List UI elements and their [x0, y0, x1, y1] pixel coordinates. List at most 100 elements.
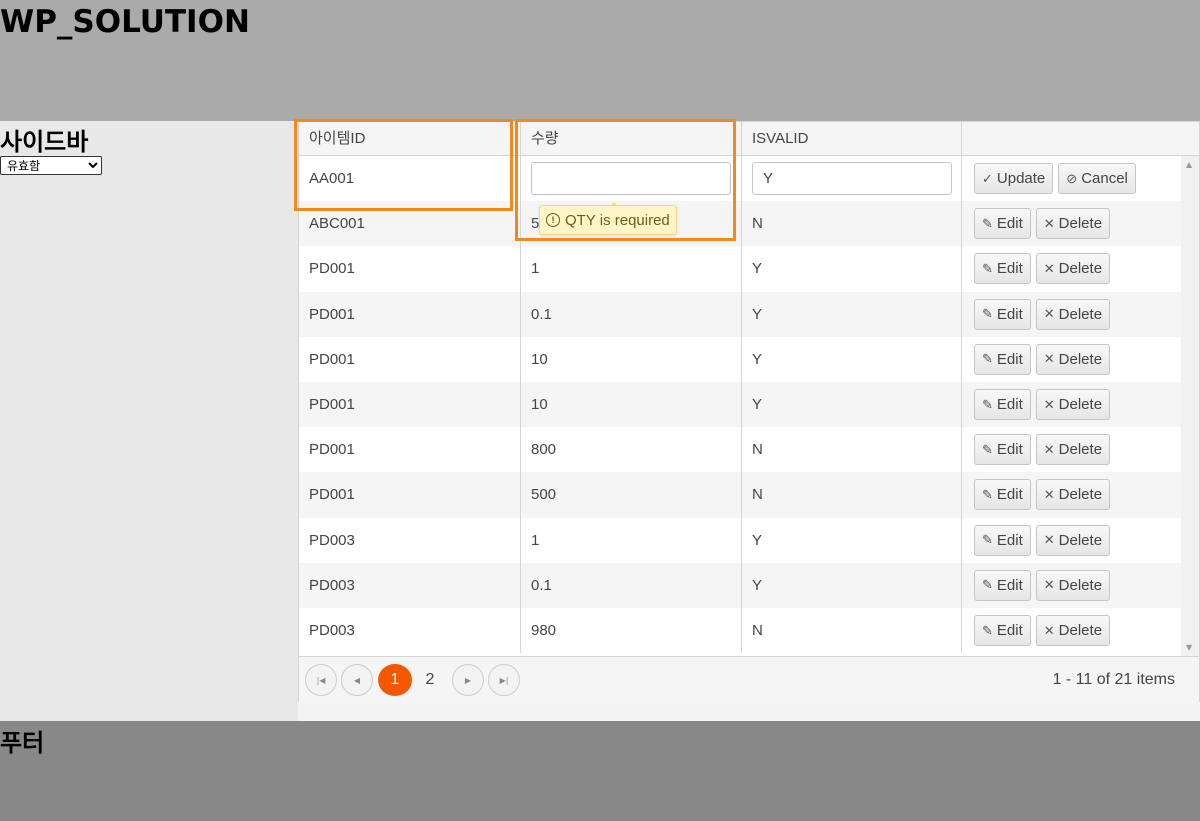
- delete-button[interactable]: ✕ Delete: [1035, 343, 1111, 375]
- column-header-item-id[interactable]: 아이템ID: [299, 122, 520, 155]
- prev-page-icon[interactable]: ◀: [341, 664, 373, 696]
- delete-button[interactable]: ✕ Delete: [1035, 208, 1111, 240]
- main-content: 아이템ID 수량 ISVALID AA001 ✓Update ⊘Cancel: [298, 121, 1200, 721]
- edit-button[interactable]: ✎ Edit: [974, 524, 1031, 556]
- edit-button-label: Edit: [996, 622, 1023, 640]
- delete-button[interactable]: ✕ Delete: [1035, 253, 1111, 285]
- isvalid-cell: N: [741, 472, 961, 518]
- isvalid-cell: N: [741, 608, 961, 654]
- command-cell: ✎ Edit ✕ Delete: [961, 562, 1181, 608]
- item-id-cell: PD001: [309, 441, 355, 459]
- command-cell: ✎ Edit ✕ Delete: [961, 608, 1181, 654]
- table-row[interactable]: PD003 1 Y ✎ Edit ✕ Delete: [299, 517, 1181, 563]
- table-row[interactable]: PD001 10 Y ✎ Edit ✕ Delete: [299, 382, 1181, 428]
- isvalid-cell: N: [741, 427, 961, 473]
- delete-button[interactable]: ✕ Delete: [1035, 524, 1111, 556]
- isvalid-cell: Y: [741, 336, 961, 382]
- table-row[interactable]: PD001 800 N ✎ Edit ✕ Delete: [299, 427, 1181, 473]
- delete-button[interactable]: ✕ Delete: [1035, 434, 1111, 466]
- edit-button[interactable]: ✎ Edit: [974, 253, 1031, 285]
- delete-button-label: Delete: [1058, 441, 1103, 459]
- delete-button-label: Delete: [1058, 531, 1103, 549]
- command-cell: ✎ Edit ✕ Delete: [961, 291, 1181, 337]
- item-id-cell: PD001: [309, 350, 355, 368]
- edit-button[interactable]: ✎ Edit: [974, 298, 1031, 330]
- isvalid-cell: Y: [741, 382, 961, 428]
- delete-button-label: Delete: [1058, 260, 1103, 278]
- item-id-cell: PD003: [309, 576, 355, 594]
- edit-button[interactable]: ✎ Edit: [974, 569, 1031, 601]
- table-row[interactable]: PD001 500 N ✎ Edit ✕ Delete: [299, 472, 1181, 518]
- close-icon: ✕: [1043, 306, 1055, 322]
- delete-button[interactable]: ✕ Delete: [1035, 569, 1111, 601]
- scroll-down-icon[interactable]: ▼: [1186, 643, 1192, 652]
- edit-button-label: Edit: [996, 215, 1023, 233]
- qty-input[interactable]: [531, 162, 731, 196]
- update-button[interactable]: ✓ Update: [974, 163, 1054, 195]
- pencil-icon: ✎: [982, 441, 993, 457]
- first-page-icon[interactable]: |◀: [305, 664, 337, 696]
- table-row[interactable]: PD001 10 Y ✎ Edit ✕ Delete: [299, 336, 1181, 382]
- footer: 푸터: [0, 721, 1200, 821]
- edit-button[interactable]: ✎ Edit: [974, 389, 1031, 421]
- edit-button-label: Edit: [996, 305, 1023, 323]
- warning-icon: !: [546, 213, 560, 227]
- delete-button[interactable]: ✕ Delete: [1035, 479, 1111, 511]
- scroll-up-icon[interactable]: ▲: [1186, 160, 1192, 169]
- item-id-cell: PD001: [309, 260, 355, 278]
- validation-tooltip: ! QTY is required: [539, 202, 677, 235]
- pencil-icon: ✎: [982, 486, 993, 502]
- pager: |◀ ◀ 1 2 ▶ ▶| 1 - 11 of 21 items: [299, 656, 1199, 702]
- edit-button[interactable]: ✎ Edit: [974, 434, 1031, 466]
- next-page-icon[interactable]: ▶: [452, 664, 484, 696]
- page-button-1[interactable]: 1: [378, 664, 412, 696]
- pencil-icon: ✎: [982, 532, 993, 548]
- isvalid-cell: Y: [741, 517, 961, 563]
- close-icon: ✕: [1043, 396, 1055, 412]
- pencil-icon: ✎: [982, 622, 993, 638]
- cancel-button-label: Cancel: [1081, 170, 1128, 188]
- table-row-editing: AA001 ✓Update ⊘Cancel: [299, 156, 1181, 202]
- delete-button[interactable]: ✕ Delete: [1035, 615, 1111, 647]
- edit-button-label: Edit: [996, 576, 1023, 594]
- table-row[interactable]: PD001 0.1 Y ✎ Edit ✕ Delete: [299, 291, 1181, 337]
- edit-button-label: Edit: [996, 260, 1023, 278]
- edit-button[interactable]: ✎ Edit: [974, 479, 1031, 511]
- delete-button[interactable]: ✕ Delete: [1035, 298, 1111, 330]
- sidebar-title: 사이드바: [0, 128, 89, 156]
- delete-button-label: Delete: [1058, 350, 1103, 368]
- close-icon: ✕: [1043, 577, 1055, 593]
- page-button-2[interactable]: 2: [413, 664, 447, 696]
- column-header-qty[interactable]: 수량: [520, 122, 741, 155]
- isvalid-cell: Y: [741, 291, 961, 337]
- table-row[interactable]: PD003 0.1 Y ✎ Edit ✕ Delete: [299, 562, 1181, 608]
- item-id-cell: PD003: [309, 622, 355, 640]
- qty-cell: 0.1: [520, 562, 741, 608]
- qty-cell: 500: [520, 472, 741, 518]
- edit-button[interactable]: ✎ Edit: [974, 343, 1031, 375]
- edit-button-label: Edit: [996, 441, 1023, 459]
- item-id-cell: PD001: [309, 305, 355, 323]
- table-row[interactable]: ABC001 5 N ✎ Edit ✕ Delete: [299, 201, 1181, 247]
- column-header-isvalid[interactable]: ISVALID: [741, 122, 961, 155]
- item-id-cell: PD003: [309, 531, 355, 549]
- command-cell: ✎ Edit ✕ Delete: [961, 517, 1181, 563]
- table-row[interactable]: PD001 1 Y ✎ Edit ✕ Delete: [299, 246, 1181, 292]
- edit-button[interactable]: ✎ Edit: [974, 615, 1031, 647]
- header: WP_SOLUTION: [0, 0, 1200, 121]
- grid-scrollbar[interactable]: ▲ ▼: [1181, 156, 1199, 656]
- close-icon: ✕: [1043, 532, 1055, 548]
- command-cell: ✎ Edit ✕ Delete: [961, 427, 1181, 473]
- close-icon: ✕: [1043, 441, 1055, 457]
- delete-button[interactable]: ✕ Delete: [1035, 389, 1111, 421]
- isvalid-cell: [741, 156, 961, 202]
- qty-cell: [520, 156, 741, 202]
- isvalid-input[interactable]: [752, 162, 952, 196]
- table-row[interactable]: PD003 980 N ✎ Edit ✕ Delete: [299, 608, 1181, 654]
- last-page-icon[interactable]: ▶|: [488, 664, 520, 696]
- close-icon: ✕: [1043, 622, 1055, 638]
- edit-button[interactable]: ✎ Edit: [974, 208, 1031, 240]
- validity-filter-select[interactable]: 유효함: [0, 156, 102, 175]
- cancel-button[interactable]: ⊘ Cancel: [1058, 163, 1136, 195]
- pager-info: 1 - 11 of 21 items: [1052, 671, 1175, 688]
